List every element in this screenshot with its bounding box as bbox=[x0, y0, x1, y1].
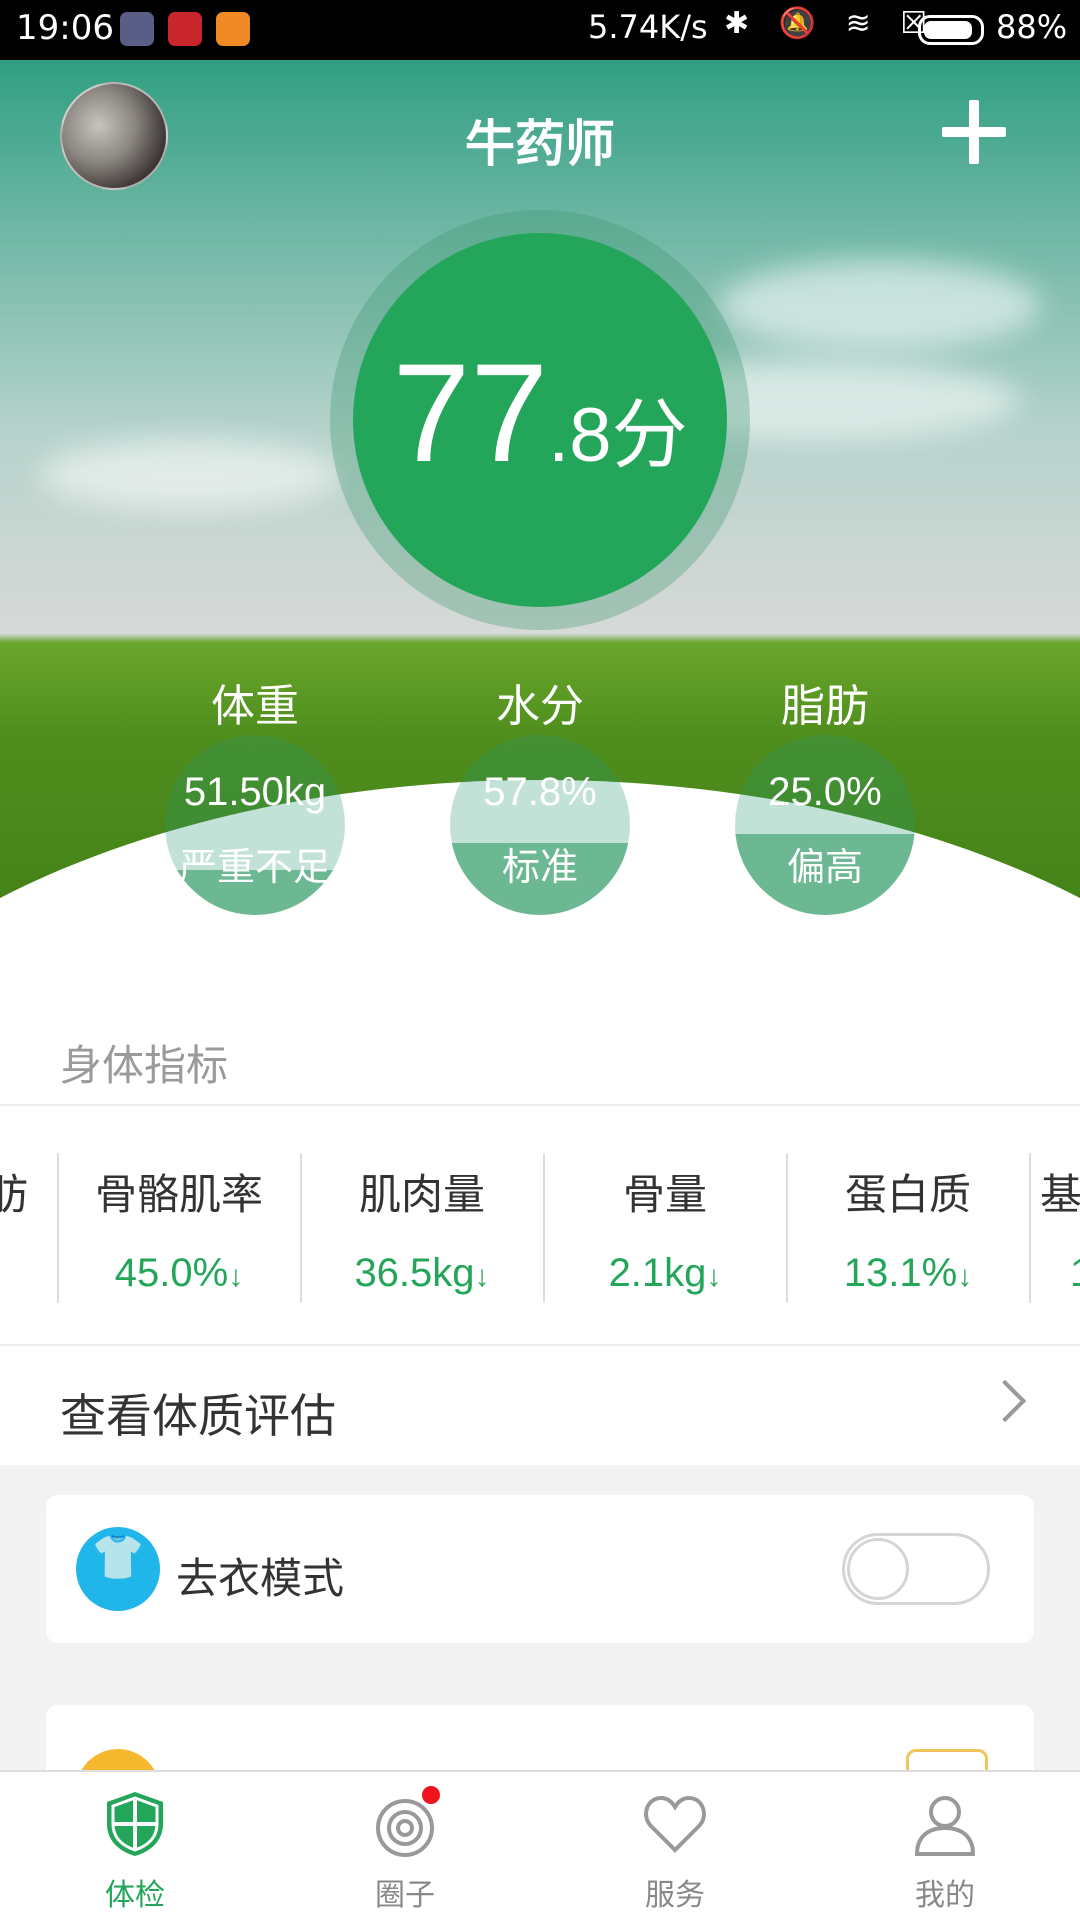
tab-checkup[interactable]: 体检 bbox=[0, 1772, 270, 1920]
indicator-item[interactable]: 骨量 2.1kg↓ bbox=[544, 1105, 786, 1345]
score-unit: 分 bbox=[611, 390, 688, 479]
metric-water-value: 57.8% bbox=[483, 770, 597, 814]
arrow-down-icon: ↓ bbox=[228, 1260, 244, 1293]
page-title[interactable]: 牛药师 bbox=[340, 104, 740, 176]
tab-circle[interactable]: 圈子 bbox=[270, 1772, 540, 1920]
arrow-down-icon: ↓ bbox=[706, 1260, 722, 1293]
indicator-value: 45.0%↓ bbox=[114, 1251, 244, 1295]
ifly-notification-icon bbox=[168, 12, 202, 46]
tshirt-glyph: 👕 bbox=[90, 1532, 146, 1583]
indicator-name: 骨骼肌率 bbox=[94, 1170, 263, 1219]
indicator-name: 肌肉量 bbox=[358, 1170, 485, 1219]
assessment-label: 查看体质评估 bbox=[60, 1389, 336, 1443]
toggle-knob bbox=[847, 1538, 909, 1600]
indicator-partial-left[interactable]: 肪 bbox=[0, 1105, 42, 1345]
tab-mine[interactable]: 我的 bbox=[810, 1772, 1080, 1920]
section-title: 身体指标 bbox=[60, 1041, 229, 1090]
indicator-name: 基 bbox=[1040, 1170, 1080, 1219]
metric-water-status: 标准 bbox=[501, 845, 578, 889]
undress-mode-card: 👕 去衣模式 bbox=[46, 1495, 1034, 1643]
tab-label: 服务 bbox=[645, 1878, 705, 1913]
status-icons: ✱ 🔕 ≋ ☒ bbox=[724, 6, 938, 41]
battery-percent: 88% bbox=[996, 8, 1068, 46]
plus-icon[interactable] bbox=[942, 100, 1006, 164]
metric-weight-value: 51.50kg bbox=[183, 770, 327, 814]
indicator-name: 蛋白质 bbox=[844, 1170, 971, 1219]
battery-icon bbox=[918, 15, 984, 45]
chevron-right-icon bbox=[983, 1379, 1027, 1423]
tab-label: 体检 bbox=[105, 1878, 165, 1913]
constitution-assessment-row[interactable]: 查看体质评估 bbox=[0, 1346, 1080, 1464]
app-notification-icon bbox=[120, 12, 154, 46]
indicator-item[interactable]: 肌肉量 36.5kg↓ bbox=[301, 1105, 543, 1345]
score-decimal: .8 bbox=[548, 393, 612, 478]
score-integer: 77 bbox=[392, 334, 549, 491]
indicator-value: 13.1%↓ bbox=[843, 1251, 973, 1295]
store-notification-icon bbox=[216, 12, 250, 46]
avatar[interactable] bbox=[60, 82, 168, 190]
indicator-item[interactable]: 蛋白质 13.1%↓ bbox=[787, 1105, 1029, 1345]
cloud-decoration bbox=[40, 440, 340, 510]
status-bar: 19:06 5.74K/s ✱ 🔕 ≋ ☒ 88% bbox=[0, 0, 1080, 60]
metric-weight-title: 体重 bbox=[211, 681, 299, 732]
score-display: 77 .8 分 bbox=[353, 233, 727, 607]
indicator-carousel[interactable]: 肪 骨骼肌率 45.0%↓ 肌肉量 36.5kg↓ 骨量 2.1kg↓ 蛋白质 … bbox=[0, 1105, 1080, 1345]
metric-fat-title: 脂肪 bbox=[781, 681, 869, 732]
bottom-tab-bar: 体检 圈子 服务 我的 bbox=[0, 1770, 1080, 1920]
tab-label: 我的 bbox=[915, 1878, 975, 1913]
indicator-value: 36.5kg↓ bbox=[354, 1251, 490, 1295]
indicator-name: 肪 bbox=[0, 1170, 28, 1219]
status-time: 19:06 bbox=[16, 8, 114, 48]
arrow-down-icon: ↓ bbox=[474, 1260, 490, 1293]
notification-badge bbox=[422, 1786, 440, 1804]
indicator-name: 骨量 bbox=[622, 1170, 707, 1219]
indicator-value: 1 bbox=[1030, 1251, 1080, 1296]
indicator-item[interactable]: 骨骼肌率 45.0%↓ bbox=[58, 1105, 300, 1345]
tab-service[interactable]: 服务 bbox=[540, 1772, 810, 1920]
undress-mode-toggle[interactable] bbox=[842, 1533, 990, 1605]
shield-icon bbox=[107, 1792, 163, 1856]
metric-water-title: 水分 bbox=[496, 681, 584, 732]
network-speed: 5.74K/s bbox=[588, 8, 708, 46]
indicator-partial-right[interactable]: 基 1 bbox=[1030, 1105, 1080, 1345]
metric-fat-status: 偏高 bbox=[786, 845, 863, 889]
undress-mode-label: 去衣模式 bbox=[176, 1554, 345, 1603]
metric-weight-status: 严重不足 bbox=[178, 845, 331, 889]
person-icon bbox=[914, 1796, 976, 1856]
tab-label: 圈子 bbox=[375, 1878, 435, 1913]
indicator-value: 2.1kg↓ bbox=[608, 1251, 722, 1295]
cloud-decoration bbox=[720, 260, 1040, 350]
arrow-down-icon: ↓ bbox=[957, 1260, 973, 1293]
heart-icon bbox=[644, 1795, 706, 1853]
metric-fat-value: 25.0% bbox=[768, 770, 882, 814]
